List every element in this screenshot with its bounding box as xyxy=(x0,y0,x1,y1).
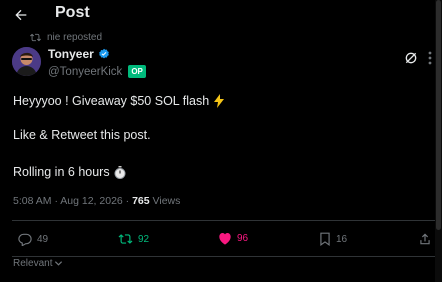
verified-badge-icon xyxy=(98,48,110,60)
views-count: 765 xyxy=(132,195,150,207)
reply-button[interactable]: 49 xyxy=(18,232,48,246)
tweet-text-line: Rolling in 6 hours xyxy=(13,165,126,179)
avatar-image xyxy=(12,47,41,76)
repost-icon xyxy=(30,33,41,42)
sort-label: Relevant xyxy=(13,258,53,269)
reply-count: 49 xyxy=(37,233,49,245)
avatar[interactable] xyxy=(12,47,41,76)
author-display-name[interactable]: Tonyeer xyxy=(48,47,94,61)
tweet-line-1: Heyyyoo ! Giveaway $50 SOL flash xyxy=(13,94,210,108)
tweet-text-line: Heyyyoo ! Giveaway $50 SOL flash xyxy=(13,94,225,108)
scrollbar-thumb[interactable] xyxy=(436,0,441,230)
retweet-count: 92 xyxy=(138,233,150,245)
like-button[interactable]: 96 xyxy=(218,232,248,245)
back-button[interactable] xyxy=(10,4,32,26)
post-timestamp[interactable]: 5:08 AM · Aug 12, 2026 · xyxy=(13,195,129,207)
author-name-row[interactable]: Tonyeer xyxy=(48,47,110,61)
repost-indicator[interactable]: nie reposted xyxy=(30,32,102,43)
post-view: Post nie reposted Tonyeer @TonyeerKick O… xyxy=(0,0,442,282)
sort-replies-dropdown[interactable]: Relevant xyxy=(13,258,63,269)
lightning-icon xyxy=(214,94,225,108)
heart-filled-icon xyxy=(219,233,231,245)
tweet-line-2: Like & Retweet this post. xyxy=(13,128,151,142)
reply-icon xyxy=(18,233,32,246)
header-bar: Post xyxy=(0,0,435,30)
repost-text: nie reposted xyxy=(47,32,103,43)
author-handle[interactable]: @TonyeerKick xyxy=(48,66,122,78)
grok-icon xyxy=(405,52,417,64)
like-count: 96 xyxy=(237,233,249,244)
page-title: Post xyxy=(55,4,90,21)
divider xyxy=(12,220,435,221)
op-badge: OP xyxy=(128,65,146,78)
views-label: Views xyxy=(152,195,181,207)
bookmark-icon xyxy=(320,232,330,246)
stopwatch-icon xyxy=(114,165,126,179)
retweet-button[interactable]: 92 xyxy=(118,232,149,246)
chevron-down-icon xyxy=(55,261,63,266)
post-metadata: 5:08 AM · Aug 12, 2026 · 765 Views xyxy=(13,195,180,207)
arrow-left-icon xyxy=(15,9,27,21)
grok-button[interactable] xyxy=(403,50,419,66)
share-button[interactable] xyxy=(418,232,432,251)
share-icon xyxy=(420,233,430,245)
divider xyxy=(12,256,435,257)
author-handle-row: @TonyeerKick OP xyxy=(48,65,146,78)
tweet-line-3: Rolling in 6 hours xyxy=(13,165,110,179)
scrollbar[interactable] xyxy=(435,0,442,282)
bookmark-count: 16 xyxy=(336,233,348,245)
more-vertical-icon xyxy=(428,51,432,65)
tweet-text-line: Like & Retweet this post. xyxy=(13,128,151,142)
retweet-icon xyxy=(118,234,133,244)
bookmark-button[interactable]: 16 xyxy=(319,232,347,246)
